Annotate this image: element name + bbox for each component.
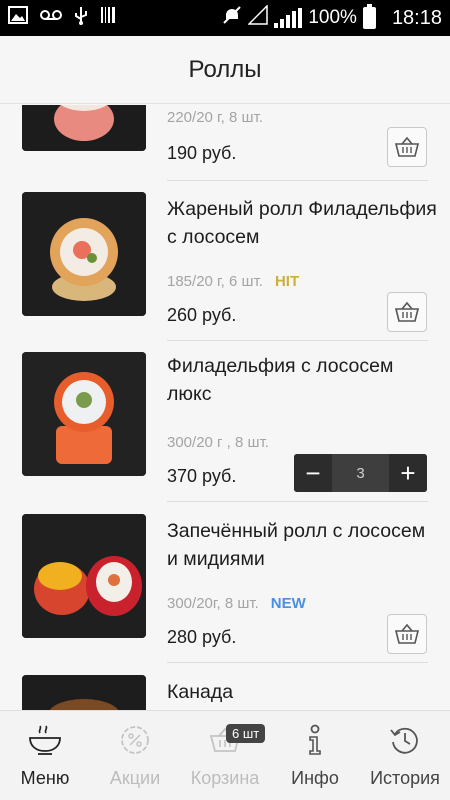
- app-header: Роллы: [0, 36, 450, 104]
- status-bar: 100% 18:18: [0, 0, 450, 36]
- product-price: 280 руб.: [167, 627, 237, 647]
- cart-count-badge: 6 шт: [226, 724, 266, 743]
- discount-icon: [121, 726, 149, 754]
- quantity-value: 3: [332, 454, 389, 492]
- basket-icon: [394, 136, 420, 157]
- tab-history[interactable]: История: [360, 711, 450, 800]
- tab-label: Акции: [109, 768, 161, 788]
- product-weight: 300/20 г , 8 шт.: [167, 434, 269, 451]
- battery-percent: 100%: [308, 7, 357, 28]
- product-photo: [22, 675, 146, 710]
- product-name: Жареный ролл Филадельфия с лососем: [167, 198, 437, 248]
- product-name: Филадельфия с лососем люкс: [167, 355, 394, 405]
- hit-badge: HIT: [274, 273, 300, 290]
- product-weight: 220/20 г, 8 шт.: [167, 109, 263, 126]
- divider: [167, 501, 428, 502]
- product-photo: [22, 105, 146, 151]
- tab-info[interactable]: Инфо: [270, 711, 360, 800]
- bottom-tab-bar: Меню Акции 6 шт Корзина Инфо История: [0, 710, 450, 800]
- mute-icon: [222, 5, 242, 31]
- no-signal-icon: [247, 4, 269, 31]
- product-item[interactable]: 220/20 г, 8 шт. 190 руб.: [0, 105, 450, 181]
- image-icon: [8, 6, 28, 30]
- tab-label: Инфо: [291, 768, 339, 788]
- history-icon: [390, 727, 418, 754]
- increase-button[interactable]: +: [389, 454, 427, 492]
- product-item[interactable]: Филадельфия с лососем люкс 300/20 г , 8 …: [0, 342, 450, 502]
- tab-label: История: [370, 768, 440, 788]
- add-to-cart-button[interactable]: [387, 127, 427, 167]
- tab-menu[interactable]: Меню: [0, 711, 90, 800]
- product-price: 370 руб.: [167, 466, 237, 486]
- product-list[interactable]: 220/20 г, 8 шт. 190 руб. Жареный ролл Фи…: [0, 105, 450, 710]
- product-price: 260 руб.: [167, 305, 237, 325]
- page-title: Роллы: [188, 55, 262, 83]
- product-name: Канада: [167, 681, 234, 703]
- tab-label: Меню: [20, 768, 70, 788]
- basket-icon: [394, 623, 420, 644]
- quantity-stepper[interactable]: − 3 +: [294, 454, 427, 492]
- product-name: Запечённый ролл с лососем и мидиями: [167, 520, 426, 570]
- divider: [167, 340, 428, 341]
- info-icon: [309, 724, 321, 755]
- add-to-cart-button[interactable]: [387, 614, 427, 654]
- barcode-icon: [100, 6, 116, 30]
- add-to-cart-button[interactable]: [387, 292, 427, 332]
- product-weight: 300/20г, 8 шт. NEW: [167, 595, 306, 612]
- usb-icon: [74, 5, 88, 31]
- product-weight: 185/20 г, 6 шт. HIT: [167, 273, 300, 290]
- product-photo: [22, 514, 146, 638]
- decrease-button[interactable]: −: [294, 454, 332, 492]
- product-item[interactable]: Канада: [0, 664, 450, 710]
- product-photo: [22, 352, 146, 476]
- basket-icon: [394, 301, 420, 322]
- voicemail-icon: [40, 7, 62, 29]
- tab-promotions[interactable]: Акции: [90, 711, 180, 800]
- signal-icon: [274, 8, 303, 28]
- battery-icon: [362, 4, 376, 29]
- tab-cart[interactable]: 6 шт Корзина: [180, 711, 270, 800]
- product-item[interactable]: Жареный ролл Филадельфия с лососем 185/2…: [0, 181, 450, 341]
- product-item[interactable]: Запечённый ролл с лососем и мидиями 300/…: [0, 503, 450, 663]
- tab-label: Корзина: [190, 768, 260, 788]
- clock: 18:18: [391, 6, 442, 29]
- bowl-icon: [29, 725, 61, 755]
- product-price: 190 руб.: [167, 143, 237, 163]
- divider: [167, 662, 428, 663]
- product-photo: [22, 192, 146, 316]
- new-badge: NEW: [270, 595, 306, 612]
